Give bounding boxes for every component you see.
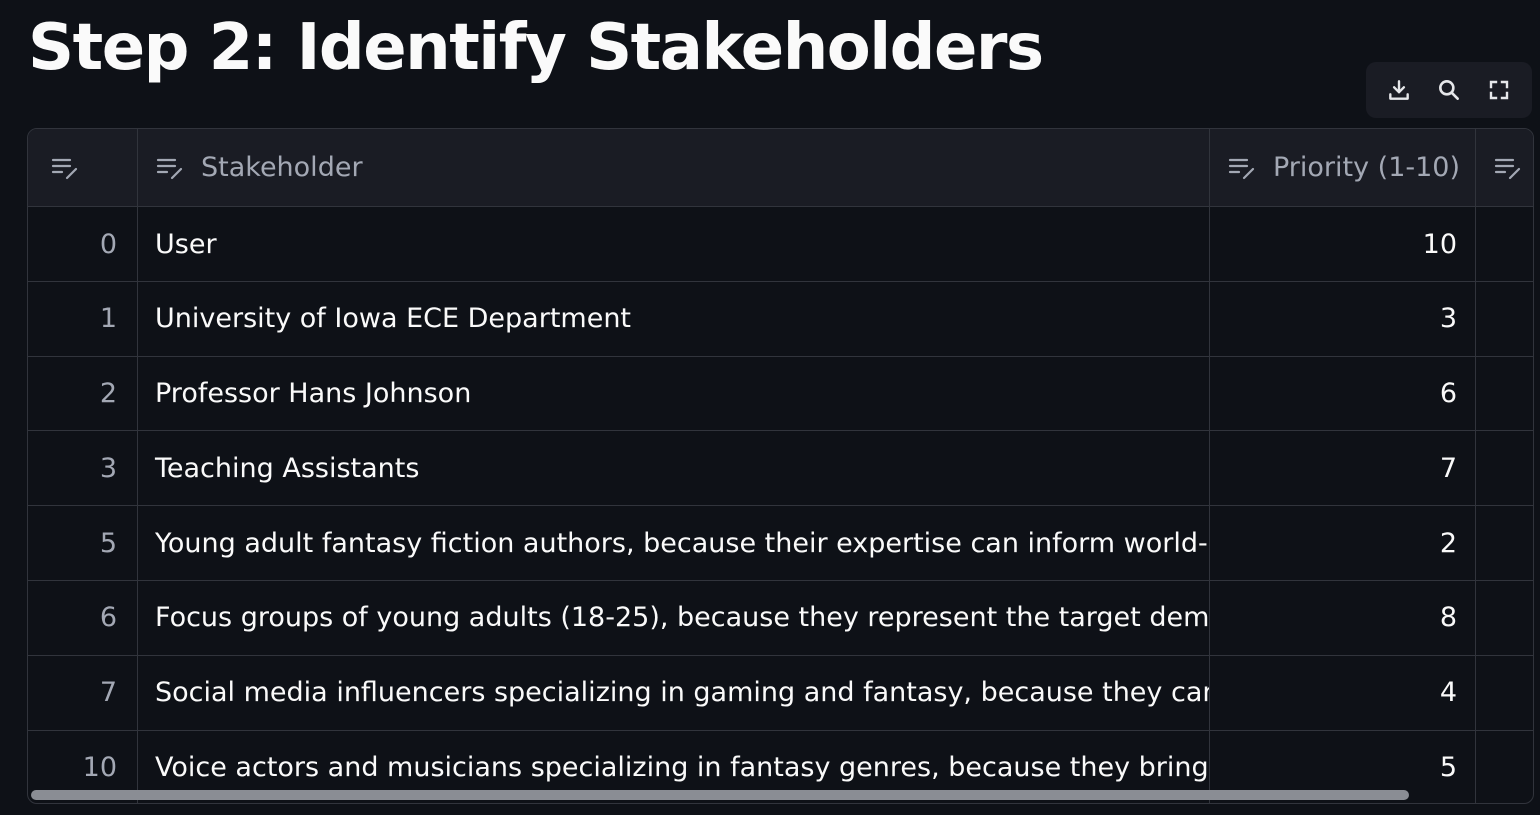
row-index: 7: [99, 677, 117, 709]
table-row[interactable]: 3 Teaching Assistants 7: [28, 431, 1533, 507]
priority-cell[interactable]: 4: [1209, 656, 1475, 730]
edit-column-icon: [1494, 158, 1521, 179]
column-divider[interactable]: [1475, 129, 1476, 803]
header-stakeholder[interactable]: Stakeholder: [137, 129, 1209, 206]
priority-cell[interactable]: 6: [1209, 357, 1475, 431]
priority-cell[interactable]: 10: [1209, 207, 1475, 281]
table-header: Stakeholder Priority (1-10): [28, 129, 1533, 207]
table-row[interactable]: 6 Focus groups of young adults (18-25), …: [28, 581, 1533, 656]
header-index[interactable]: [28, 129, 137, 206]
stakeholder-cell[interactable]: User: [137, 207, 1209, 281]
header-stakeholder-label: Stakeholder: [201, 152, 363, 183]
column-divider[interactable]: [1209, 129, 1210, 803]
table-row[interactable]: 1 University of Iowa ECE Department 3: [28, 282, 1533, 357]
search-icon: [1439, 80, 1459, 100]
table-row[interactable]: 5 Young adult fantasy fiction authors, b…: [28, 506, 1533, 581]
extra-cell[interactable]: [1475, 207, 1533, 281]
extra-cell[interactable]: [1475, 431, 1533, 505]
fullscreen-icon: [1489, 80, 1509, 100]
extra-cell[interactable]: [1475, 506, 1533, 580]
app-page: Step 2: Identify Stakeholders Stakeholde…: [0, 0, 1540, 815]
row-index: 0: [99, 228, 117, 260]
stakeholder-cell[interactable]: Social media influencers specializing in…: [137, 656, 1209, 730]
extra-cell[interactable]: [1475, 656, 1533, 730]
download-button[interactable]: [1379, 70, 1419, 110]
table-toolbar: [1366, 62, 1532, 118]
table-row[interactable]: 7 Social media influencers specializing …: [28, 656, 1533, 731]
priority-cell[interactable]: 7: [1209, 431, 1475, 505]
extra-cell[interactable]: [1475, 357, 1533, 431]
stakeholder-data-grid[interactable]: Stakeholder Priority (1-10) 0 User 10 1 …: [27, 128, 1534, 804]
fullscreen-button[interactable]: [1479, 70, 1519, 110]
row-index: 3: [99, 452, 117, 484]
edit-column-icon: [51, 158, 78, 179]
column-divider[interactable]: [137, 129, 138, 803]
priority-cell[interactable]: 2: [1209, 506, 1475, 580]
table-row[interactable]: 0 User 10: [28, 207, 1533, 282]
table-body: 0 User 10 1 University of Iowa ECE Depar…: [28, 207, 1533, 803]
row-index: 2: [99, 378, 117, 410]
page-title: Step 2: Identify Stakeholders: [28, 11, 1044, 85]
stakeholder-cell[interactable]: University of Iowa ECE Department: [137, 282, 1209, 356]
priority-cell[interactable]: 3: [1209, 282, 1475, 356]
search-button[interactable]: [1429, 70, 1469, 110]
row-index: 1: [99, 303, 117, 335]
table-row[interactable]: 2 Professor Hans Johnson 6: [28, 357, 1533, 432]
edit-column-icon: [1228, 158, 1255, 179]
edit-column-icon: [156, 158, 183, 179]
header-priority[interactable]: Priority (1-10): [1209, 129, 1475, 206]
extra-cell[interactable]: [1475, 581, 1533, 655]
download-icon: [1389, 80, 1409, 100]
stakeholder-cell[interactable]: Teaching Assistants: [137, 431, 1209, 505]
row-index: 6: [99, 602, 117, 634]
header-extra[interactable]: [1475, 129, 1533, 206]
stakeholder-cell[interactable]: Professor Hans Johnson: [137, 357, 1209, 431]
stakeholder-cell[interactable]: Focus groups of young adults (18-25), be…: [137, 581, 1209, 655]
stakeholder-cell[interactable]: Young adult fantasy fiction authors, bec…: [137, 506, 1209, 580]
horizontal-scrollbar-thumb[interactable]: [31, 790, 1409, 800]
extra-cell[interactable]: [1475, 282, 1533, 356]
horizontal-scrollbar[interactable]: [28, 787, 1533, 803]
row-index: 5: [99, 527, 117, 559]
priority-cell[interactable]: 8: [1209, 581, 1475, 655]
header-priority-label: Priority (1-10): [1273, 152, 1461, 183]
